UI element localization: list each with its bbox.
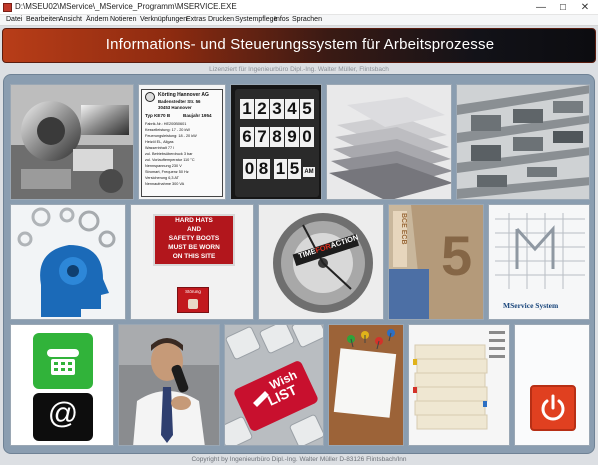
tile-machining[interactable]	[10, 84, 134, 200]
nameplate-line: zul. Betriebsüberdruck 3 bar	[145, 152, 193, 156]
mservice-grid-image	[489, 205, 589, 295]
nameplate-line: Heizöl EL, Allgas	[145, 140, 174, 144]
gear-clock-image	[259, 205, 383, 319]
window-titlebar: D:\MSEU02\MService\_MService_Programm\MS…	[0, 0, 598, 15]
tile-counter[interactable]: 1 2 3 4 5 6 7 8 9 0 0 8 1 5 AM	[230, 84, 322, 200]
tile-documents[interactable]	[408, 324, 510, 446]
menu-notieren[interactable]: Notieren	[110, 16, 136, 23]
fault-box-label: Störung	[185, 289, 201, 294]
clock-digit: 1	[274, 159, 287, 179]
counter-digit: 0	[300, 127, 314, 147]
safety-sign-line: AND	[186, 226, 202, 233]
documents-stack-image	[409, 325, 509, 445]
menu-datei[interactable]: Datei	[6, 16, 22, 23]
menu-aendern[interactable]: Ändern	[86, 16, 109, 23]
tile-banknote[interactable]: BCE ECB 5	[388, 204, 484, 320]
nameplate-line: zul. Vorlauftemperatur 110 °C	[145, 158, 195, 162]
tile-panel: Körting Hannover AG Badenstedter Str. 56…	[3, 74, 595, 454]
power-icon	[541, 394, 565, 421]
tile-warehouse[interactable]	[456, 84, 590, 200]
menu-verknuepfungen[interactable]: Verknüpfungen	[140, 16, 187, 23]
close-button[interactable]: ✕	[574, 0, 596, 15]
tile-time-for-action[interactable]: TIMEFORACTION	[258, 204, 384, 320]
nameplate-type: Typ KE70 B	[145, 113, 171, 118]
menu-bar: Datei Bearbeiten Ansicht Ändern Notieren…	[0, 15, 598, 26]
banknote-text: BCE ECB	[400, 213, 407, 245]
tile-mservice-system[interactable]: MService System	[488, 204, 590, 320]
counter-digit: 5	[300, 99, 314, 119]
mservice-label: MService System	[503, 301, 559, 310]
nameplate-line: Versicherung 6,3 AT	[145, 176, 179, 180]
clock-digit: 5	[288, 159, 301, 179]
fault-box-button	[188, 299, 198, 309]
clock-digit: 8	[257, 159, 270, 179]
counter-digit: 6	[240, 127, 254, 147]
menu-infos[interactable]: Infos	[274, 16, 289, 23]
tile-paper-stack[interactable]	[326, 84, 452, 200]
menu-extras[interactable]: Extras	[186, 16, 206, 23]
head-gears-image	[11, 205, 125, 319]
counter-digit: 9	[285, 127, 299, 147]
counter-digit: 8	[270, 127, 284, 147]
tile-cork-board[interactable]	[328, 324, 404, 446]
app-icon	[3, 3, 12, 12]
safety-sign-line: HARD HATS	[175, 217, 213, 224]
at-icon: @	[47, 397, 79, 430]
nameplate-line: Nennaufnahme 300 VA	[145, 182, 185, 186]
tile-exit[interactable]	[514, 324, 590, 446]
warehouse-shelves-image	[457, 85, 589, 199]
counter-digit: 7	[255, 127, 269, 147]
nameplate-address2: 30453 Hannover	[158, 105, 192, 110]
nameplate-line: Fabrik-Nr.: HE200B0601	[145, 122, 187, 126]
menu-systempflege[interactable]: Systempflege	[235, 16, 277, 23]
counter-digit: 3	[270, 99, 284, 119]
man-on-phone-image	[119, 325, 219, 445]
minimize-button[interactable]: —	[530, 0, 552, 15]
tile-phone-call[interactable]	[118, 324, 220, 446]
maximize-button[interactable]: ☐	[552, 0, 574, 15]
menu-drucken[interactable]: Drucken	[208, 16, 234, 23]
phone-icon	[47, 349, 79, 375]
safety-sign-line: ON THIS SITE	[172, 253, 216, 260]
menu-sprachen[interactable]: Sprachen	[292, 16, 322, 23]
page-title: Informations- und Steuerungssystem für A…	[105, 36, 495, 53]
footer-copyright: Copyright by Ingenieurbüro Dipl.-Ing. Wa…	[191, 456, 407, 463]
tile-contact[interactable]: @	[10, 324, 114, 446]
counter-digit: 4	[285, 99, 299, 119]
tile-head-gears[interactable]	[10, 204, 126, 320]
nameplate-line: Wasserinhalt 77 l	[145, 146, 174, 150]
nameplate-line: Feuerungsleistung: 18 - 20 kW	[145, 134, 197, 138]
safety-sign-line: MUST BE WORN	[168, 244, 220, 251]
nameplate-logo	[145, 92, 155, 102]
lathe-machine-image	[11, 85, 133, 199]
nameplate-company: Körting Hannover AG	[158, 92, 209, 98]
menu-ansicht[interactable]: Ansicht	[59, 16, 82, 23]
cork-board-image	[329, 325, 403, 445]
nameplate-line: Stromart, Frequenz 50 Hz	[145, 170, 189, 174]
counter-digit: 1	[240, 99, 254, 119]
tile-wishlist[interactable]: Wish LIST	[224, 324, 324, 446]
paper-stack-image	[327, 85, 451, 199]
nameplate-address1: Badenstedter Str. 56	[158, 99, 201, 104]
nameplate-line: Nennspannung 230 V	[145, 164, 182, 168]
header-banner: Informations- und Steuerungssystem für A…	[2, 28, 596, 63]
nameplate-line: Kesselleistung: 17 - 20 kW	[145, 128, 190, 132]
nameplate-year: Baujahr 1954	[183, 113, 212, 118]
banknote-digit: 5	[441, 224, 473, 287]
tile-safety[interactable]: HARD HATS AND SAFETY BOOTS MUST BE WORN …	[130, 204, 254, 320]
counter-digit: 2	[255, 99, 269, 119]
window-title: D:\MSEU02\MService\_MService_Programm\MS…	[15, 2, 237, 11]
menu-bearbeiten[interactable]: Bearbeiten	[26, 16, 60, 23]
clock-ampm: AM	[303, 167, 315, 177]
clock-digit: 0	[243, 159, 256, 179]
license-text: Lizenziert für Ingenieurbüro Dipl.-Ing. …	[209, 66, 389, 73]
safety-sign-line: SAFETY BOOTS	[168, 235, 220, 242]
tile-nameplate[interactable]: Körting Hannover AG Badenstedter Str. 56…	[138, 84, 226, 200]
